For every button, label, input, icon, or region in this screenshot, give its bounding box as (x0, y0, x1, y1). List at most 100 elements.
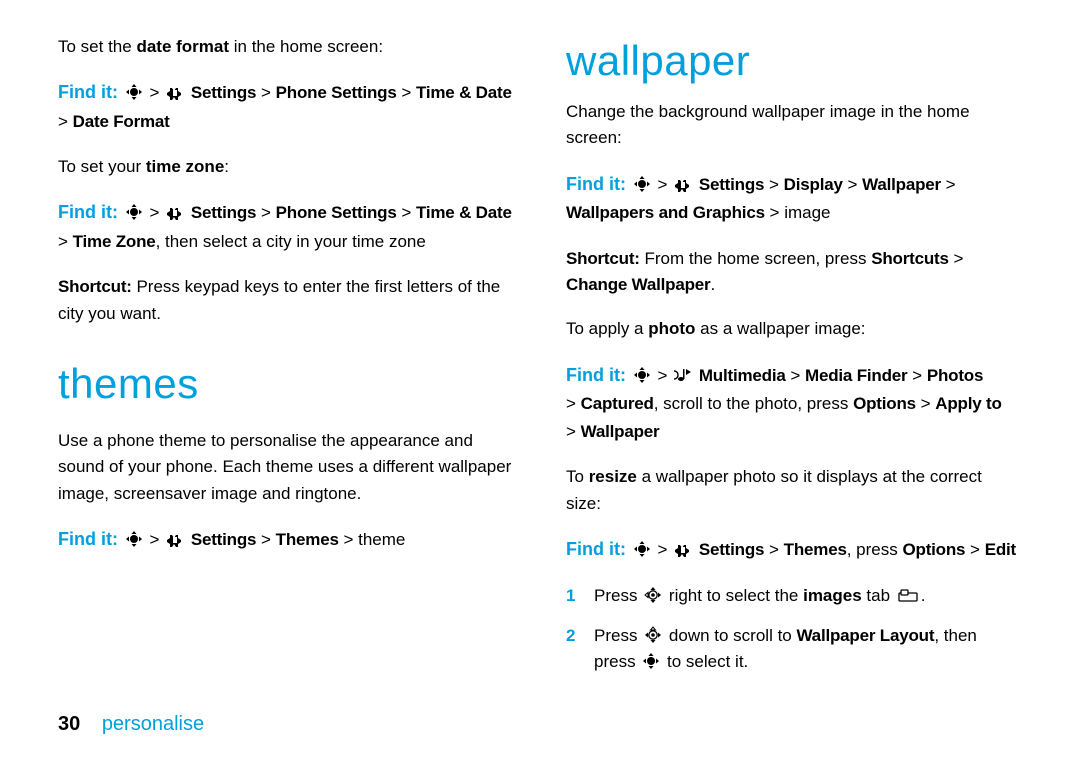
path: Media Finder (805, 366, 907, 385)
path: Wallpaper Layout (796, 626, 934, 645)
text: . (921, 586, 926, 605)
text: . (710, 275, 715, 294)
text: To (566, 467, 589, 486)
text: theme (358, 530, 405, 549)
nav-center-icon (633, 175, 651, 193)
shortcut-label: Shortcut: (58, 277, 132, 296)
date-format-intro: To set the date format in the home scree… (58, 34, 512, 60)
themes-desc: Use a phone theme to personalise the app… (58, 428, 512, 507)
findit-label: Find it: (566, 539, 626, 559)
shortcut-wallpaper: Shortcut: From the home screen, press Sh… (566, 246, 1020, 299)
path: Captured (581, 394, 654, 413)
nav-center-icon (125, 530, 143, 548)
path: Wallpapers and Graphics (566, 203, 765, 222)
columns: To set the date format in the home scree… (58, 34, 1022, 690)
text-bold: images (803, 586, 862, 605)
path: Apply to (935, 394, 1001, 413)
text: Press (594, 586, 642, 605)
text-bold: time zone (146, 157, 224, 176)
path: Edit (985, 540, 1016, 559)
path: Phone Settings (276, 203, 397, 222)
wallpaper-heading: wallpaper (566, 28, 1020, 93)
path: Themes (276, 530, 339, 549)
path: Phone Settings (276, 83, 397, 102)
path: Wallpaper (581, 422, 660, 441)
text: wallpaper (752, 102, 825, 121)
path: Settings (191, 530, 256, 549)
nav-center-icon (125, 203, 143, 221)
page-number: 30 (58, 713, 80, 735)
text: right to select the (664, 586, 803, 605)
path: Change Wallpaper (566, 275, 710, 294)
nav-center-icon (642, 652, 660, 670)
step-1: 1 Press right to select the images tab . (566, 583, 1020, 609)
path: Time Zone (73, 232, 156, 251)
text: tab (862, 586, 895, 605)
path: Settings (191, 203, 256, 222)
chapter-name: personalise (102, 713, 204, 735)
path: Options (902, 540, 965, 559)
step-2: 2 Press down to scroll to Wallpaper Layo… (566, 623, 1020, 676)
nav-right-icon (644, 586, 662, 604)
findit-photo: Find it: > Multimedia > Media Finder > P… (566, 361, 1020, 447)
path: Time & Date (416, 203, 512, 222)
settings-icon (166, 203, 184, 221)
text: To set your (58, 157, 146, 176)
findit-label: Find it: (566, 174, 626, 194)
path: Settings (699, 540, 764, 559)
shortcut-city: Shortcut: Press keypad keys to enter the… (58, 274, 512, 327)
text: Change the background (566, 102, 752, 121)
path: Options (853, 394, 916, 413)
right-column: wallpaper Change the background wallpape… (566, 34, 1020, 690)
wallpaper-intro: Change the background wallpaper image in… (566, 99, 1020, 152)
text: , scroll to the photo, press (654, 394, 853, 413)
left-column: To set the date format in the home scree… (58, 34, 512, 690)
manual-page: To set the date format in the home scree… (0, 0, 1080, 766)
text: theme (159, 431, 206, 450)
text-bold: resize (589, 467, 637, 486)
text: , then select a city in your time zone (156, 232, 426, 251)
settings-icon (166, 530, 184, 548)
text-bold: date format (136, 37, 229, 56)
text: To set the (58, 37, 136, 56)
nav-down-icon (644, 626, 662, 644)
findit-wallpaper: Find it: > Settings > Display > Wallpape… (566, 170, 1020, 228)
path: Date Format (73, 112, 170, 131)
text-bold: photo (648, 319, 695, 338)
path: Display (784, 175, 843, 194)
findit-label: Find it: (58, 529, 118, 549)
path: Wallpaper (862, 175, 941, 194)
nav-center-icon (633, 366, 651, 384)
path: Multimedia (699, 366, 786, 385)
text: in the home screen: (229, 37, 383, 56)
step-number: 2 (566, 623, 594, 649)
path: Time & Date (416, 83, 512, 102)
settings-icon (674, 175, 692, 193)
timezone-intro: To set your time zone: (58, 154, 512, 180)
findit-date-format: Find it: > Settings > Phone Settings > T… (58, 78, 512, 136)
path: Photos (927, 366, 983, 385)
nav-center-icon (633, 540, 651, 558)
text: From the home screen, press (640, 249, 871, 268)
text: as a wallpaper image: (695, 319, 865, 338)
tab-icon (897, 586, 919, 604)
steps-list: 1 Press right to select the images tab .… (566, 583, 1020, 676)
multimedia-icon (674, 366, 692, 384)
resize-intro: To resize a wallpaper photo so it displa… (566, 464, 1020, 517)
text: to select it. (662, 652, 748, 671)
page-footer: 30 personalise (58, 713, 204, 736)
step-text: Press down to scroll to Wallpaper Layout… (594, 623, 1020, 676)
text: image (784, 203, 830, 222)
path: Settings (191, 83, 256, 102)
step-text: Press right to select the images tab . (594, 583, 1020, 609)
photo-intro: To apply a photo as a wallpaper image: (566, 316, 1020, 342)
text: , press (847, 540, 903, 559)
text: : (224, 157, 229, 176)
path: Shortcuts (871, 249, 949, 268)
path: Settings (699, 175, 764, 194)
text: Use a phone (58, 431, 159, 450)
findit-timezone: Find it: > Settings > Phone Settings > T… (58, 198, 512, 256)
findit-label: Find it: (58, 202, 118, 222)
path: Themes (784, 540, 847, 559)
findit-themes: Find it: > Settings > Themes > theme (58, 525, 512, 555)
